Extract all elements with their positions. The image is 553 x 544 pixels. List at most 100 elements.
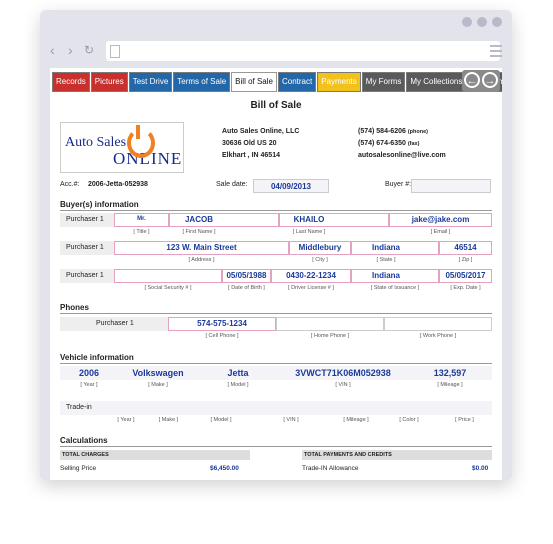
vehicle-section-title: Vehicle information — [60, 353, 134, 362]
caption: [ Zip ] — [458, 257, 473, 263]
window-controls — [462, 17, 502, 27]
phones-section-title: Phones — [60, 303, 89, 312]
tab-terms-of-sale[interactable]: Terms of Sale — [173, 72, 231, 92]
tab-my-collections[interactable]: My Collections — [406, 72, 467, 92]
divider — [60, 363, 492, 364]
vehicle-mileage: 132,597 — [433, 368, 467, 378]
caption: [ Exp. Date ] — [450, 285, 481, 291]
caption: [ Mileage ] — [437, 382, 463, 388]
caption: [ First Name ] — [182, 229, 216, 235]
city-value: Middlebury — [298, 243, 342, 252]
email-value: jake@jake.com — [411, 215, 470, 224]
selling-price-label: Selling Price — [60, 465, 97, 472]
tab-test-drive[interactable]: Test Drive — [128, 72, 173, 92]
tab-payments[interactable]: Payments — [317, 72, 361, 92]
caption: [ Home Phone ] — [310, 333, 350, 339]
title-value: Mr. — [137, 216, 146, 222]
nav-bar: ‹ › ↻ — [40, 36, 512, 68]
vehicle-make: Volkswagen — [132, 368, 184, 378]
exp-date-value: 05/05/2017 — [445, 271, 486, 280]
caption: [ Make ] — [148, 382, 168, 388]
buyer-no-label: Buyer #: — [385, 181, 412, 188]
buyers-section-title: Buyer(s) information — [60, 200, 139, 209]
arrow-right-icon[interactable]: → — [482, 72, 498, 88]
nav-arrows: ← → — [462, 70, 500, 92]
caption: [ State of Issuance ] — [370, 285, 420, 291]
caption: [ Address ] — [188, 257, 215, 263]
vehicle-model: Jetta — [227, 368, 249, 378]
address-value: 123 W. Main Street — [166, 243, 237, 252]
tab-bar: Records Pictures Test Drive Terms of Sale Bi… — [52, 72, 502, 92]
state-value: Indiana — [371, 243, 400, 252]
vehicle-vin: 3VWCT71K06M052938 — [295, 368, 391, 378]
issuance-state-value: Indiana — [371, 271, 400, 280]
address-bar[interactable] — [106, 41, 500, 61]
caption: [ Work Phone ] — [419, 333, 457, 339]
fax-number: (574) 674-6350 — [358, 140, 406, 147]
tab-records[interactable]: Records — [52, 72, 90, 92]
phone-number: (574) 584-6206 — [358, 128, 406, 135]
caption: [ Title ] — [133, 229, 150, 235]
caption: [ Color ] — [399, 417, 419, 423]
page-content: Records Pictures Test Drive Terms of Sale Bi… — [50, 68, 502, 480]
caption: [ Date of Birth ] — [228, 285, 265, 291]
purchaser-label: Purchaser 1 — [66, 244, 104, 251]
tab-contract[interactable]: Contract — [277, 72, 317, 92]
contact-email: autosalesonline@live.com — [358, 152, 446, 159]
tab-my-forms[interactable]: My Forms — [361, 72, 406, 92]
acc-value: 2006-Jetta-052938 — [88, 181, 148, 188]
caption: [ State ] — [376, 257, 396, 263]
vehicle-year: 2006 — [78, 368, 100, 378]
caption: [ Make ] — [158, 417, 179, 423]
purchaser-label: Purchaser 1 — [66, 216, 104, 223]
work-phone-field[interactable] — [384, 317, 492, 331]
caption: [ VIN ] — [335, 382, 351, 388]
menu-icon[interactable] — [490, 45, 502, 60]
caption: [ Model ] — [227, 382, 249, 388]
caption: [ City ] — [312, 257, 328, 263]
caption: [ Social Security # ] — [144, 285, 192, 291]
arrow-left-icon[interactable]: ← — [464, 72, 480, 88]
title-bar — [40, 10, 512, 34]
license-value: 0430-22-1234 — [286, 271, 336, 280]
reload-icon[interactable]: ↻ — [84, 43, 94, 57]
payments-header: TOTAL PAYMENTS AND CREDITS — [302, 450, 492, 460]
ssn-field[interactable] — [114, 269, 222, 283]
caption: [ Year ] — [117, 417, 135, 423]
caption: [ Price ] — [455, 417, 474, 423]
caption: [ Email ] — [430, 229, 451, 235]
divider — [60, 313, 492, 314]
fax-tag: (fax) — [407, 141, 420, 147]
window-dot-icon[interactable] — [477, 17, 487, 27]
purchaser-label: Purchaser 1 — [66, 272, 104, 279]
power-icon — [127, 128, 155, 158]
tradein-allowance-value: $0.00 — [472, 465, 489, 472]
tab-bill-of-sale[interactable]: Bill of Sale — [231, 72, 277, 92]
tab-pictures[interactable]: Pictures — [90, 72, 128, 92]
purchaser-label: Purchaser 1 — [96, 320, 134, 327]
forward-icon[interactable]: › — [68, 42, 73, 58]
tradein-label: Trade-in — [66, 404, 92, 411]
company-name: Auto Sales Online, LLC — [222, 128, 300, 135]
fax-line: (574) 674-6350 (fax) — [358, 138, 446, 150]
caption: [ Last Name ] — [292, 229, 326, 235]
back-icon[interactable]: ‹ — [50, 42, 55, 58]
buyer-no-field[interactable] — [411, 179, 491, 193]
caption: [ Mileage ] — [343, 417, 369, 423]
company-logo: Auto Sales ONLINE — [60, 122, 184, 173]
window-dot-icon[interactable] — [462, 17, 472, 27]
caption: [ Model ] — [210, 417, 232, 423]
power-bar — [136, 125, 140, 139]
dob-value: 05/05/1988 — [226, 271, 267, 280]
zip-value: 46514 — [454, 243, 477, 252]
calc-section-title: Calculations — [60, 436, 108, 445]
home-phone-field[interactable] — [276, 317, 384, 331]
window-dot-icon[interactable] — [492, 17, 502, 27]
divider — [60, 210, 492, 211]
company-street: 30636 Old US 20 — [222, 140, 277, 147]
caption: [ VIN ] — [283, 417, 299, 423]
sale-date-label: Sale date: — [216, 181, 248, 188]
page-title: Bill of Sale — [250, 100, 302, 111]
last-name-value: KHAILO — [293, 215, 325, 224]
contact-info: (574) 584-6206 (phone) (574) 674-6350 (f… — [358, 126, 446, 162]
